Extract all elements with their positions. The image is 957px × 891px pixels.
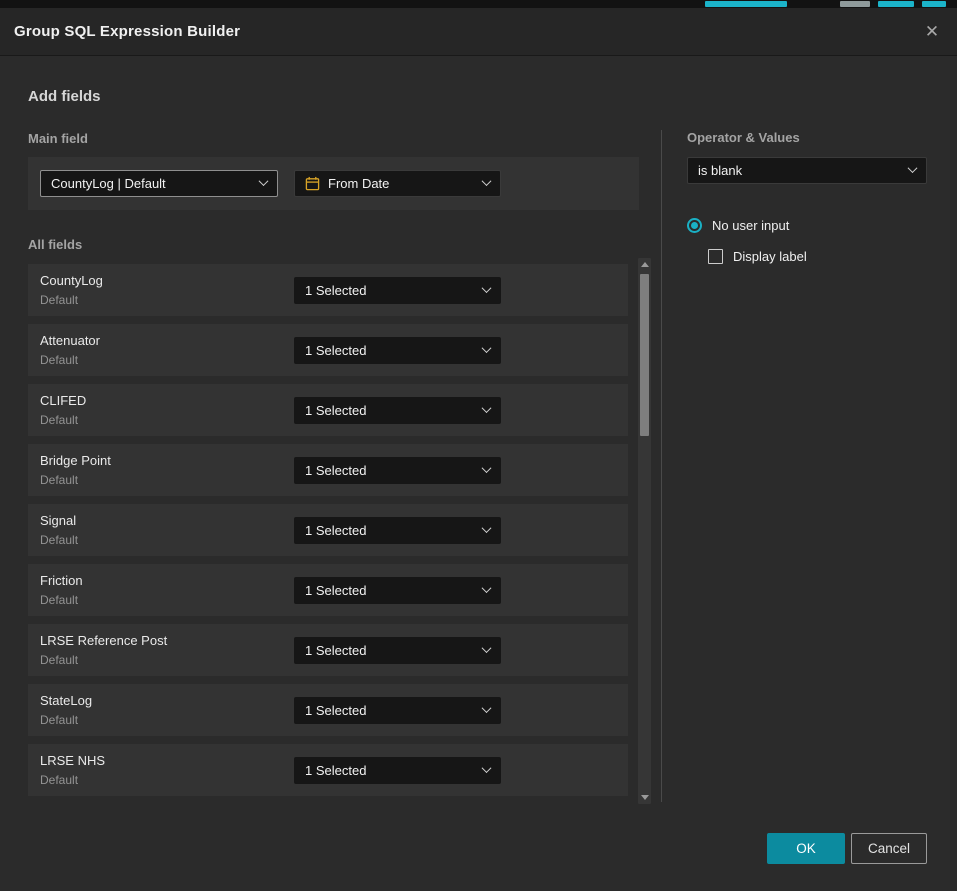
field-row: StateLog Default 1 Selected	[28, 684, 628, 736]
field-row: Bridge Point Default 1 Selected	[28, 444, 628, 496]
field-values-select[interactable]: 1 Selected	[294, 757, 501, 784]
chevron-down-icon	[482, 523, 492, 533]
checkbox-label: Display label	[733, 249, 807, 264]
field-values-select[interactable]: 1 Selected	[294, 457, 501, 484]
cancel-button[interactable]: Cancel	[851, 833, 927, 864]
field-row: Signal Default 1 Selected	[28, 504, 628, 556]
close-button[interactable]: ✕	[919, 19, 945, 45]
background-ui-fragment	[705, 1, 787, 7]
main-layer-select[interactable]: CountyLog | Default	[40, 170, 278, 197]
background-app-strip	[0, 0, 957, 8]
background-ui-fragment	[840, 1, 870, 7]
main-date-field-select[interactable]: From Date	[294, 170, 501, 197]
calendar-icon	[305, 176, 320, 191]
fields-scrollbar[interactable]	[638, 258, 651, 804]
select-value: From Date	[328, 176, 475, 191]
add-fields-heading: Add fields	[28, 88, 101, 105]
field-row: CountyLog Default 1 Selected	[28, 264, 628, 316]
main-field-row: CountyLog | Default From Date	[28, 157, 639, 210]
dialog-header: Group SQL Expression Builder ✕	[0, 8, 957, 55]
field-values-select[interactable]: 1 Selected	[294, 697, 501, 724]
close-icon: ✕	[925, 22, 939, 42]
radio-selected-icon	[687, 218, 702, 233]
display-label-checkbox[interactable]: Display label	[708, 249, 807, 264]
field-row: LRSE NHS Default 1 Selected	[28, 744, 628, 796]
field-row: Friction Default 1 Selected	[28, 564, 628, 616]
field-values-select[interactable]: 1 Selected	[294, 637, 501, 664]
select-value: 1 Selected	[305, 643, 475, 658]
chevron-down-icon	[482, 583, 492, 593]
radio-label: No user input	[712, 218, 789, 233]
select-value: 1 Selected	[305, 463, 475, 478]
chevron-down-icon	[482, 703, 492, 713]
panel-divider	[661, 130, 662, 802]
all-fields-label: All fields	[28, 237, 82, 252]
field-values-select[interactable]: 1 Selected	[294, 397, 501, 424]
scroll-down-arrow-icon[interactable]	[641, 795, 649, 800]
field-row: LRSE Reference Post Default 1 Selected	[28, 624, 628, 676]
select-value: CountyLog | Default	[51, 176, 252, 191]
no-user-input-radio[interactable]: No user input	[687, 218, 789, 233]
background-ui-fragment	[878, 1, 914, 7]
checkbox-unchecked-icon	[708, 249, 723, 264]
field-row: Attenuator Default 1 Selected	[28, 324, 628, 376]
chevron-down-icon	[259, 176, 269, 186]
select-value: 1 Selected	[305, 763, 475, 778]
background-ui-fragment	[922, 1, 946, 7]
select-value: 1 Selected	[305, 403, 475, 418]
main-field-label: Main field	[28, 131, 88, 146]
select-value: 1 Selected	[305, 703, 475, 718]
select-value: 1 Selected	[305, 283, 475, 298]
select-value: 1 Selected	[305, 523, 475, 538]
chevron-down-icon	[908, 163, 918, 173]
chevron-down-icon	[482, 343, 492, 353]
chevron-down-icon	[482, 403, 492, 413]
select-value: 1 Selected	[305, 343, 475, 358]
dialog-title: Group SQL Expression Builder	[14, 23, 240, 40]
chevron-down-icon	[482, 283, 492, 293]
field-values-select[interactable]: 1 Selected	[294, 517, 501, 544]
scrollbar-thumb[interactable]	[640, 274, 649, 436]
chevron-down-icon	[482, 643, 492, 653]
field-row: CLIFED Default 1 Selected	[28, 384, 628, 436]
group-sql-expression-builder-dialog: Group SQL Expression Builder ✕ Add field…	[0, 8, 957, 891]
scroll-up-arrow-icon[interactable]	[641, 262, 649, 267]
ok-button[interactable]: OK	[767, 833, 845, 864]
operator-select[interactable]: is blank	[687, 157, 927, 184]
field-values-select[interactable]: 1 Selected	[294, 577, 501, 604]
field-values-select[interactable]: 1 Selected	[294, 277, 501, 304]
select-value: 1 Selected	[305, 583, 475, 598]
chevron-down-icon	[482, 763, 492, 773]
all-fields-list: CountyLog Default 1 Selected Attenuator …	[28, 264, 628, 796]
field-values-select[interactable]: 1 Selected	[294, 337, 501, 364]
chevron-down-icon	[482, 463, 492, 473]
chevron-down-icon	[482, 176, 492, 186]
select-value: is blank	[698, 163, 901, 178]
radio-dot	[691, 222, 698, 229]
operator-values-heading: Operator & Values	[687, 130, 800, 145]
